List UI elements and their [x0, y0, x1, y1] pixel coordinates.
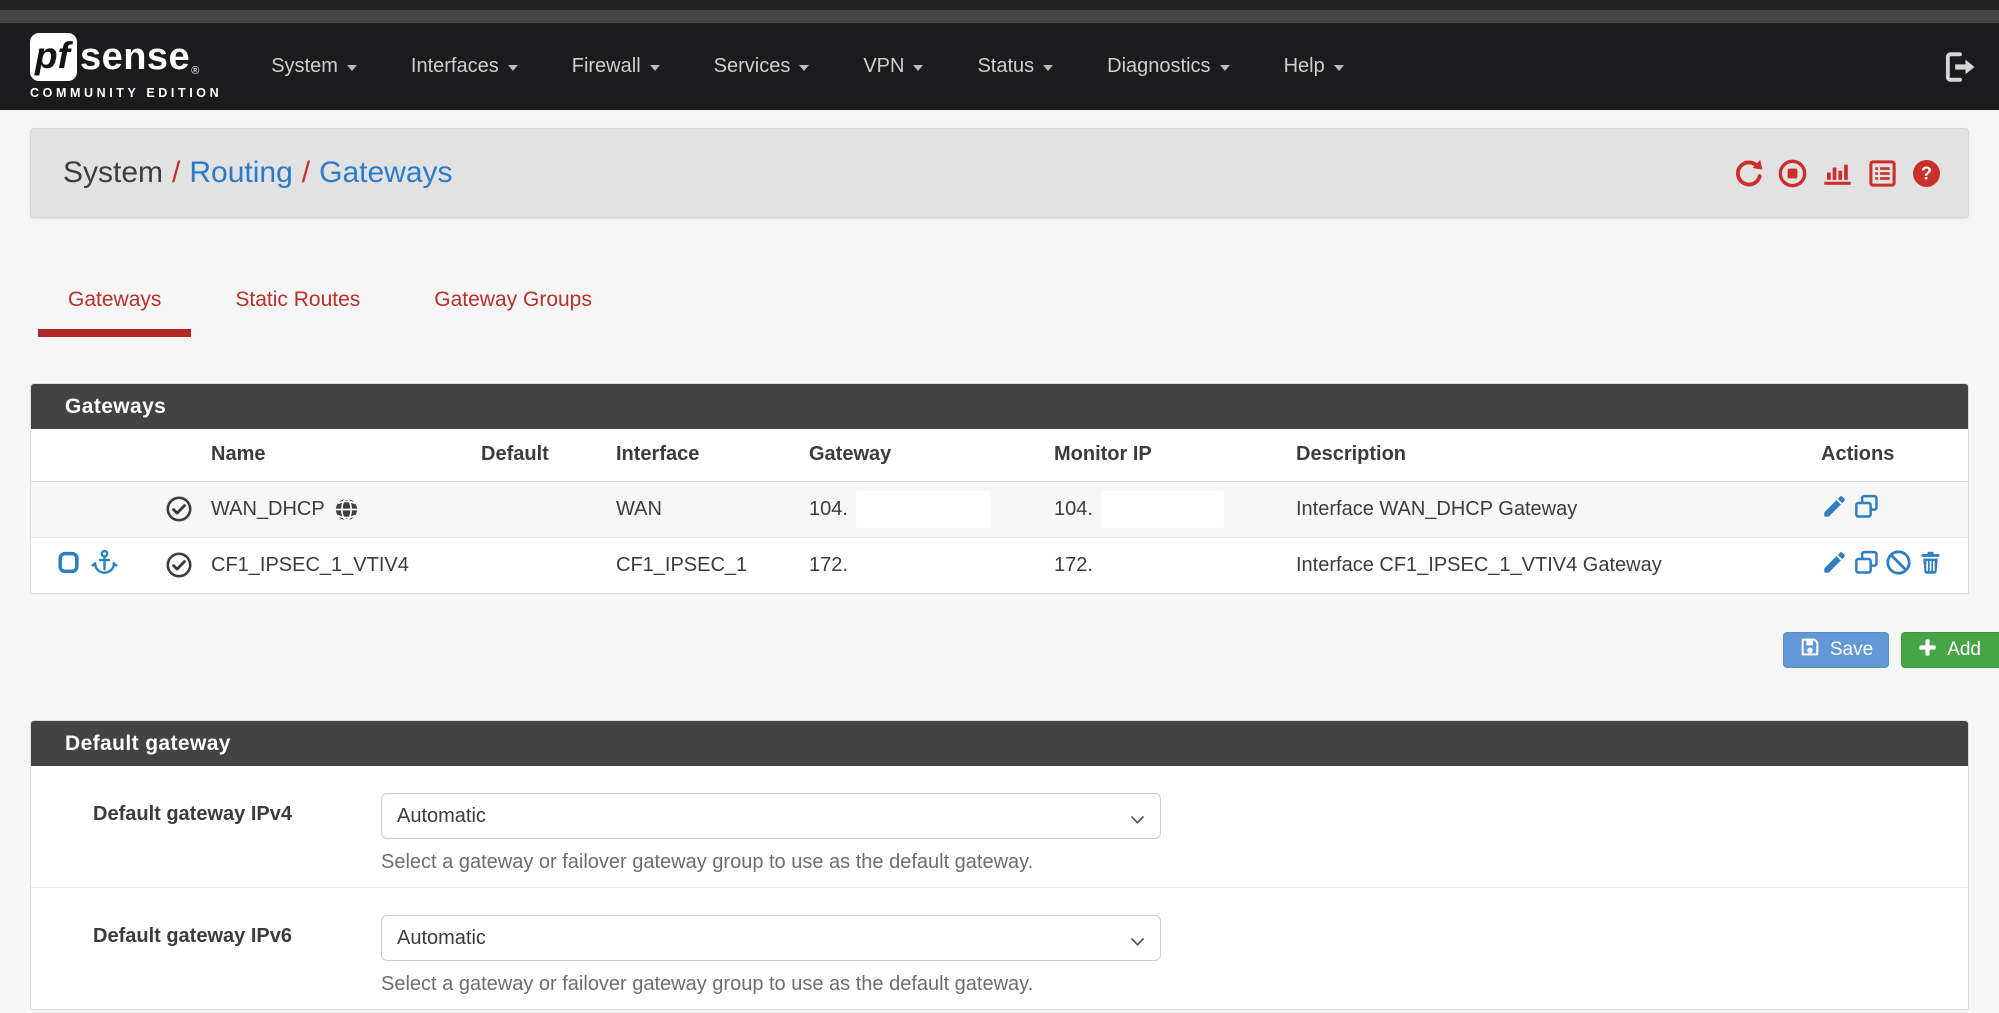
table-buttons: Save Add: [30, 632, 1969, 668]
chevron-down-icon: [650, 65, 660, 71]
sign-out-icon[interactable]: [1943, 51, 1977, 83]
chevron-down-icon: [347, 65, 357, 71]
add-button[interactable]: Add: [1901, 632, 1999, 668]
chevron-down-icon: [799, 65, 809, 71]
table-header-row: Name Default Interface Gateway Monitor I…: [31, 429, 1968, 481]
nav-item-interfaces[interactable]: Interfaces: [384, 23, 545, 110]
top-strip: [0, 0, 1999, 10]
svg-text:?: ?: [1921, 162, 1932, 183]
anchor-icon: [91, 549, 118, 582]
gateway-description: Interface CF1_IPSEC_1_VTIV4 Gateway: [1296, 537, 1821, 593]
nav-item-services[interactable]: Services: [687, 23, 837, 110]
gateway-description: Interface WAN_DHCP Gateway: [1296, 481, 1821, 537]
chevron-down-icon: [1334, 65, 1344, 71]
gateway-interface: WAN: [616, 481, 809, 537]
breadcrumb-section: System: [63, 156, 163, 189]
default-gateway-ipv6-group: Default gateway IPv6 Automatic Select a …: [31, 888, 1968, 1009]
gateway-interface: CF1_IPSEC_1: [616, 537, 809, 593]
breadcrumb-link-routing[interactable]: Routing: [189, 156, 292, 189]
default-gateway-ipv4-help: Select a gateway or failover gateway gro…: [381, 851, 1161, 874]
logo-edition-text: COMMUNITY EDITION: [30, 86, 222, 100]
nav-item-help[interactable]: Help: [1257, 23, 1371, 110]
save-button[interactable]: Save: [1783, 632, 1889, 668]
tab-bar: Gateways Static Routes Gateway Groups: [30, 288, 1969, 337]
monitor-ip: 104.: [1054, 497, 1093, 519]
trash-icon[interactable]: [1917, 549, 1944, 582]
gateway-address: 172.: [809, 537, 1054, 593]
gateways-panel: Gateways Name Default Interface Gateway …: [30, 383, 1969, 594]
table-row: CF1_IPSEC_1_VTIV4 CF1_IPSEC_1 172. 172. …: [31, 537, 1968, 593]
table-row: WAN_DHCP WAN 104. 104.: [31, 481, 1968, 537]
col-interface: Interface: [616, 429, 809, 481]
gateway-name: WAN_DHCP: [211, 498, 325, 521]
check-circle-icon: [146, 537, 211, 593]
redacted-value: [856, 491, 991, 528]
default-gateway-ipv4-group: Default gateway IPv4 Automatic Select a …: [31, 766, 1968, 888]
col-default: Default: [481, 429, 616, 481]
default-gateway-ipv4-label: Default gateway IPv4: [93, 793, 381, 874]
default-gateway-ipv4-select[interactable]: Automatic: [381, 793, 1161, 839]
gateway-address: 104.: [809, 497, 848, 519]
breadcrumb-link-gateways[interactable]: Gateways: [319, 156, 452, 189]
check-circle-icon: [146, 481, 211, 537]
nav-item-diagnostics[interactable]: Diagnostics: [1080, 23, 1256, 110]
pfsense-logo[interactable]: pf sense ® COMMUNITY EDITION: [30, 33, 222, 100]
default-gateway-ipv6-help: Select a gateway or failover gateway gro…: [381, 973, 1161, 996]
navbar: pf sense ® COMMUNITY EDITION System Inte…: [0, 23, 1999, 110]
bar-chart-icon[interactable]: [1821, 158, 1854, 189]
nav-item-vpn[interactable]: VPN: [836, 23, 950, 110]
logo-pf-badge: pf: [30, 33, 77, 81]
chevron-down-icon: [1043, 65, 1053, 71]
col-gateway: Gateway: [809, 429, 1054, 481]
nav-item-status[interactable]: Status: [950, 23, 1080, 110]
help-icon[interactable]: ?: [1911, 158, 1942, 189]
redacted-value: [1101, 491, 1224, 528]
breadcrumb: System/Routing/Gateways: [63, 156, 453, 190]
breadcrumb-separator: /: [163, 156, 189, 189]
chevron-down-icon: [913, 65, 923, 71]
copy-icon[interactable]: [1853, 493, 1880, 526]
default-gateway-panel-title: Default gateway: [31, 721, 1968, 766]
nav-item-firewall[interactable]: Firewall: [545, 23, 687, 110]
plus-icon: [1917, 637, 1938, 664]
breadcrumb-separator: /: [293, 156, 319, 189]
default-gateway-ipv6-label: Default gateway IPv6: [93, 915, 381, 996]
log-list-icon[interactable]: [1867, 158, 1898, 189]
breadcrumb-actions: ?: [1733, 158, 1942, 189]
registered-mark: ®: [191, 65, 199, 77]
breadcrumb-bar: System/Routing/Gateways: [30, 128, 1969, 218]
default-gateway-panel: Default gateway Default gateway IPv4 Aut…: [30, 720, 1969, 1010]
refresh-icon[interactable]: [1733, 158, 1764, 189]
floppy-icon: [1799, 636, 1821, 664]
nav-menu: System Interfaces Firewall Services VPN …: [244, 23, 1370, 110]
row-actions: [1821, 493, 1968, 526]
row-actions: [1821, 549, 1968, 582]
globe-icon: [333, 496, 360, 523]
chevron-down-icon: [1220, 65, 1230, 71]
secondary-strip: [0, 10, 1999, 23]
tab-static-routes[interactable]: Static Routes: [205, 288, 390, 337]
col-monitor-ip: Monitor IP: [1054, 429, 1296, 481]
logo-sense-text: sense: [80, 36, 190, 79]
square-icon[interactable]: [57, 550, 80, 581]
tab-gateway-groups[interactable]: Gateway Groups: [404, 288, 622, 337]
gateways-table: Name Default Interface Gateway Monitor I…: [31, 429, 1968, 593]
edit-icon[interactable]: [1821, 493, 1848, 526]
copy-icon[interactable]: [1853, 549, 1880, 582]
gateway-default: [481, 537, 616, 593]
nav-item-system[interactable]: System: [244, 23, 384, 110]
stop-circle-icon[interactable]: [1777, 158, 1808, 189]
col-actions: Actions: [1821, 429, 1968, 481]
gateways-panel-title: Gateways: [31, 384, 1968, 429]
monitor-ip: 172.: [1054, 537, 1296, 593]
col-description: Description: [1296, 429, 1821, 481]
gateway-default: [481, 481, 616, 537]
gateway-name: CF1_IPSEC_1_VTIV4: [211, 537, 481, 593]
ban-icon[interactable]: [1885, 549, 1912, 582]
default-gateway-ipv6-select[interactable]: Automatic: [381, 915, 1161, 961]
edit-icon[interactable]: [1821, 549, 1848, 582]
chevron-down-icon: [508, 65, 518, 71]
tab-gateways[interactable]: Gateways: [38, 288, 191, 337]
col-name: Name: [211, 429, 481, 481]
